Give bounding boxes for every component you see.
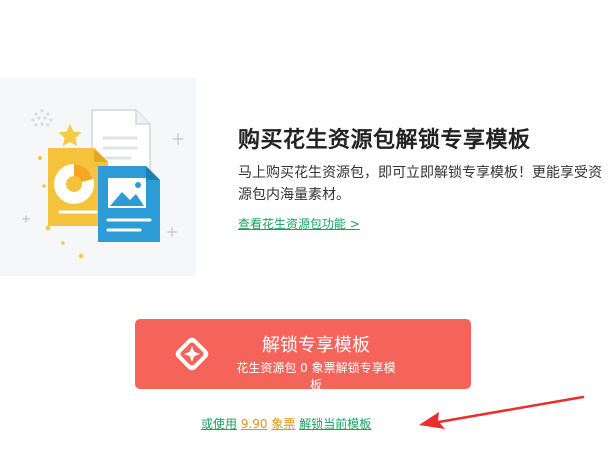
unlock-exclusive-template-button[interactable]: 解锁专享模板 花生资源包 0 象票解锁专享模板 (135, 319, 471, 392)
resource-pack-illustration (0, 78, 196, 276)
alt-unit[interactable]: 象票 (271, 417, 295, 431)
promo-description: 马上购买花生资源包，即可立即解锁专享模板！更能享受资源包内海量素材。 (238, 165, 602, 203)
star-badge-icon (175, 337, 209, 371)
promo-headline: 购买花生资源包解锁专享模板 (238, 128, 531, 153)
alternative-purchase-link[interactable]: 或使用 9.90 象票 解锁当前模板 (201, 415, 371, 432)
view-resource-pack-link[interactable]: 查看花生资源包功能 > (238, 215, 360, 232)
document-illustration (22, 109, 184, 259)
alt-action[interactable]: 解锁当前模板 (299, 417, 371, 431)
unlock-button-title: 解锁专享模板 (262, 335, 370, 356)
alt-prefix[interactable]: 或使用 (201, 417, 237, 431)
alt-amount[interactable]: 9.90 (241, 417, 268, 431)
annotation-arrow (419, 395, 585, 429)
